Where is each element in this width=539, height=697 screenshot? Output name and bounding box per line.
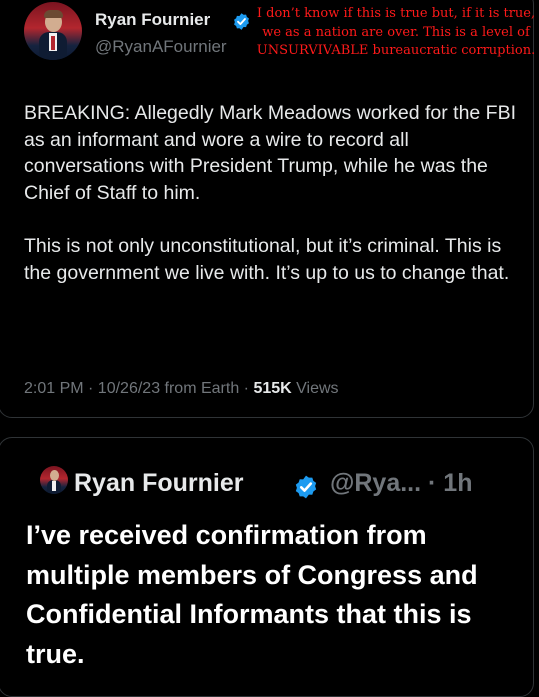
avatar[interactable]: [24, 2, 82, 60]
tweet-metadata: 2:01 PM · 10/26/23 from Earth · 515K Vie…: [24, 380, 339, 398]
display-name[interactable]: Ryan Fournier: [74, 469, 243, 497]
reply-body: I’ve received confirmation from multiple…: [26, 516, 531, 674]
display-name[interactable]: Ryan Fournier: [95, 10, 210, 30]
avatar[interactable]: [40, 466, 68, 494]
user-handle[interactable]: @Rya...: [330, 469, 421, 497]
tweet-paragraph: This is not only unconstitutional, but i…: [24, 235, 510, 284]
views-label: Views: [291, 380, 339, 397]
tweet-paragraph: BREAKING: Allegedly Mark Meadows worked …: [24, 102, 517, 204]
timestamp[interactable]: 2:01 PM · 10/26/23 from Earth ·: [24, 380, 253, 397]
user-handle[interactable]: @RyanAFournier: [95, 37, 227, 57]
reply-age[interactable]: 1h: [443, 469, 472, 497]
separator: ·: [421, 469, 444, 497]
overlay-caption: I don’t know if this is true but, if it …: [256, 6, 536, 58]
views-count: 515K: [253, 380, 292, 397]
reply-header: Ryan Fournier: [74, 469, 243, 498]
reply-handle-row: @Rya... · 1h: [330, 469, 472, 498]
verified-badge-icon: [234, 13, 249, 30]
tweet-body: BREAKING: Allegedly Mark Meadows worked …: [24, 100, 524, 286]
verified-badge-icon: [295, 475, 317, 499]
reply-text: I’ve received confirmation from multiple…: [26, 520, 478, 669]
